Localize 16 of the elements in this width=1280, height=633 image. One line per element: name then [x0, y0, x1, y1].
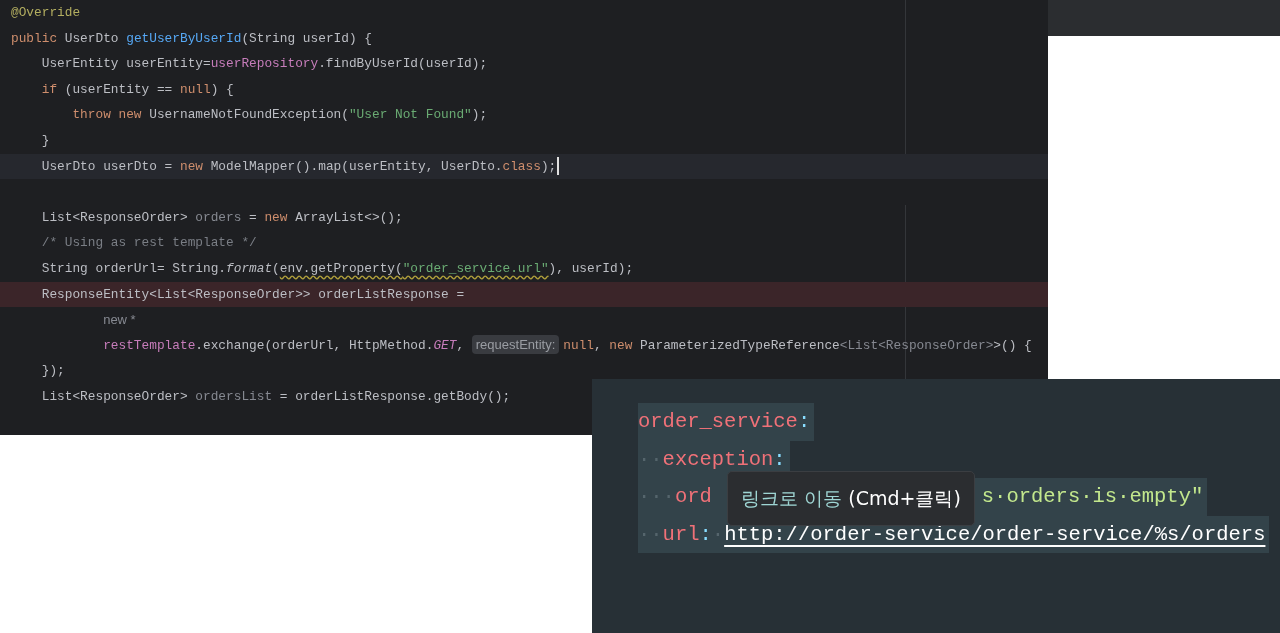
code-line: @Override: [11, 4, 81, 22]
code-line: }: [40, 131, 50, 150]
code-line: List<ResponseOrder> orders = new ArrayList<>();: [40, 208, 403, 227]
code-line: public UserDto getUserByUserId(String userId) {: [11, 29, 372, 48]
code-line: restTemplate.exchange(orderUrl, HttpMethod.GET, requestEntity: null, new ParameterizedTypeReference<List<ResponseOrder>>() {: [102, 334, 1032, 357]
code-line: if (userEntity == null) {: [40, 80, 234, 99]
code-line: /* Using as rest template */: [40, 234, 257, 253]
link-tooltip: 링크로 이동 (Cmd+클릭): [727, 471, 975, 526]
code-line: ResponseEntity<List<ResponseOrder>> orderListResponse =: [40, 285, 465, 304]
code-line: List<ResponseOrder> ordersList = orderListResponse.getBody();: [40, 387, 511, 406]
code-line: throw new UsernameNotFoundException("User Not Found");: [71, 106, 488, 125]
code-line: String orderUrl= String.format(env.getProperty("order_service.url"), userId);: [40, 259, 634, 278]
code-line: UserEntity userEntity=userRepository.findByUserId(userId);: [40, 55, 488, 74]
code-line: UserDto userDto = new ModelMapper().map(userEntity, UserDto.class);: [40, 157, 557, 176]
code-line: });: [40, 362, 65, 381]
code-line: new *: [102, 310, 136, 329]
